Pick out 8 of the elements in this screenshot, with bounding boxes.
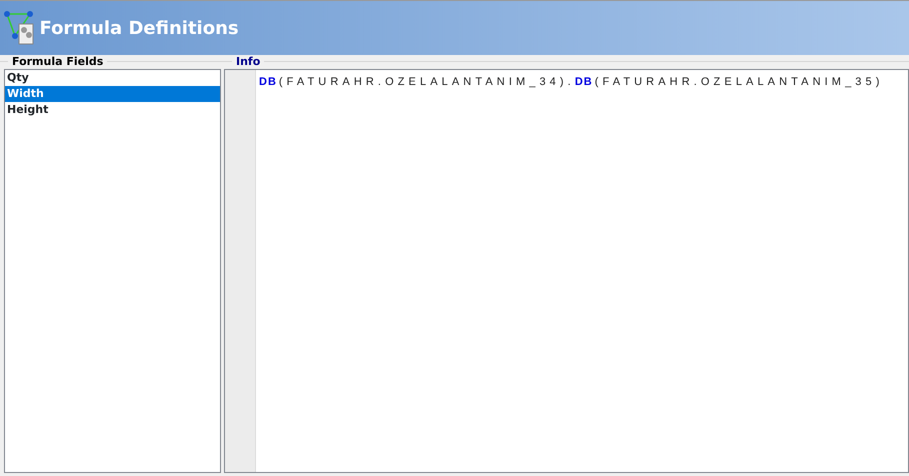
list-item[interactable]: Width xyxy=(5,86,220,102)
list-item[interactable]: Height xyxy=(5,102,220,118)
formula-editor[interactable]: DB (FATURAHR.OZELALANTANIM_34).DB (FATURAHR.OZELALANTANIM_35) xyxy=(224,68,909,472)
group-title: Formula Fields xyxy=(8,54,108,68)
list-item[interactable]: Qty xyxy=(5,70,220,86)
group-title: Info xyxy=(232,54,264,68)
formula-text: DB (FATURAHR.OZELALANTANIM_34).DB (FATURAHR.OZELALANTANIM_35) xyxy=(258,74,884,90)
window-title: Formula Definitions xyxy=(40,16,239,40)
